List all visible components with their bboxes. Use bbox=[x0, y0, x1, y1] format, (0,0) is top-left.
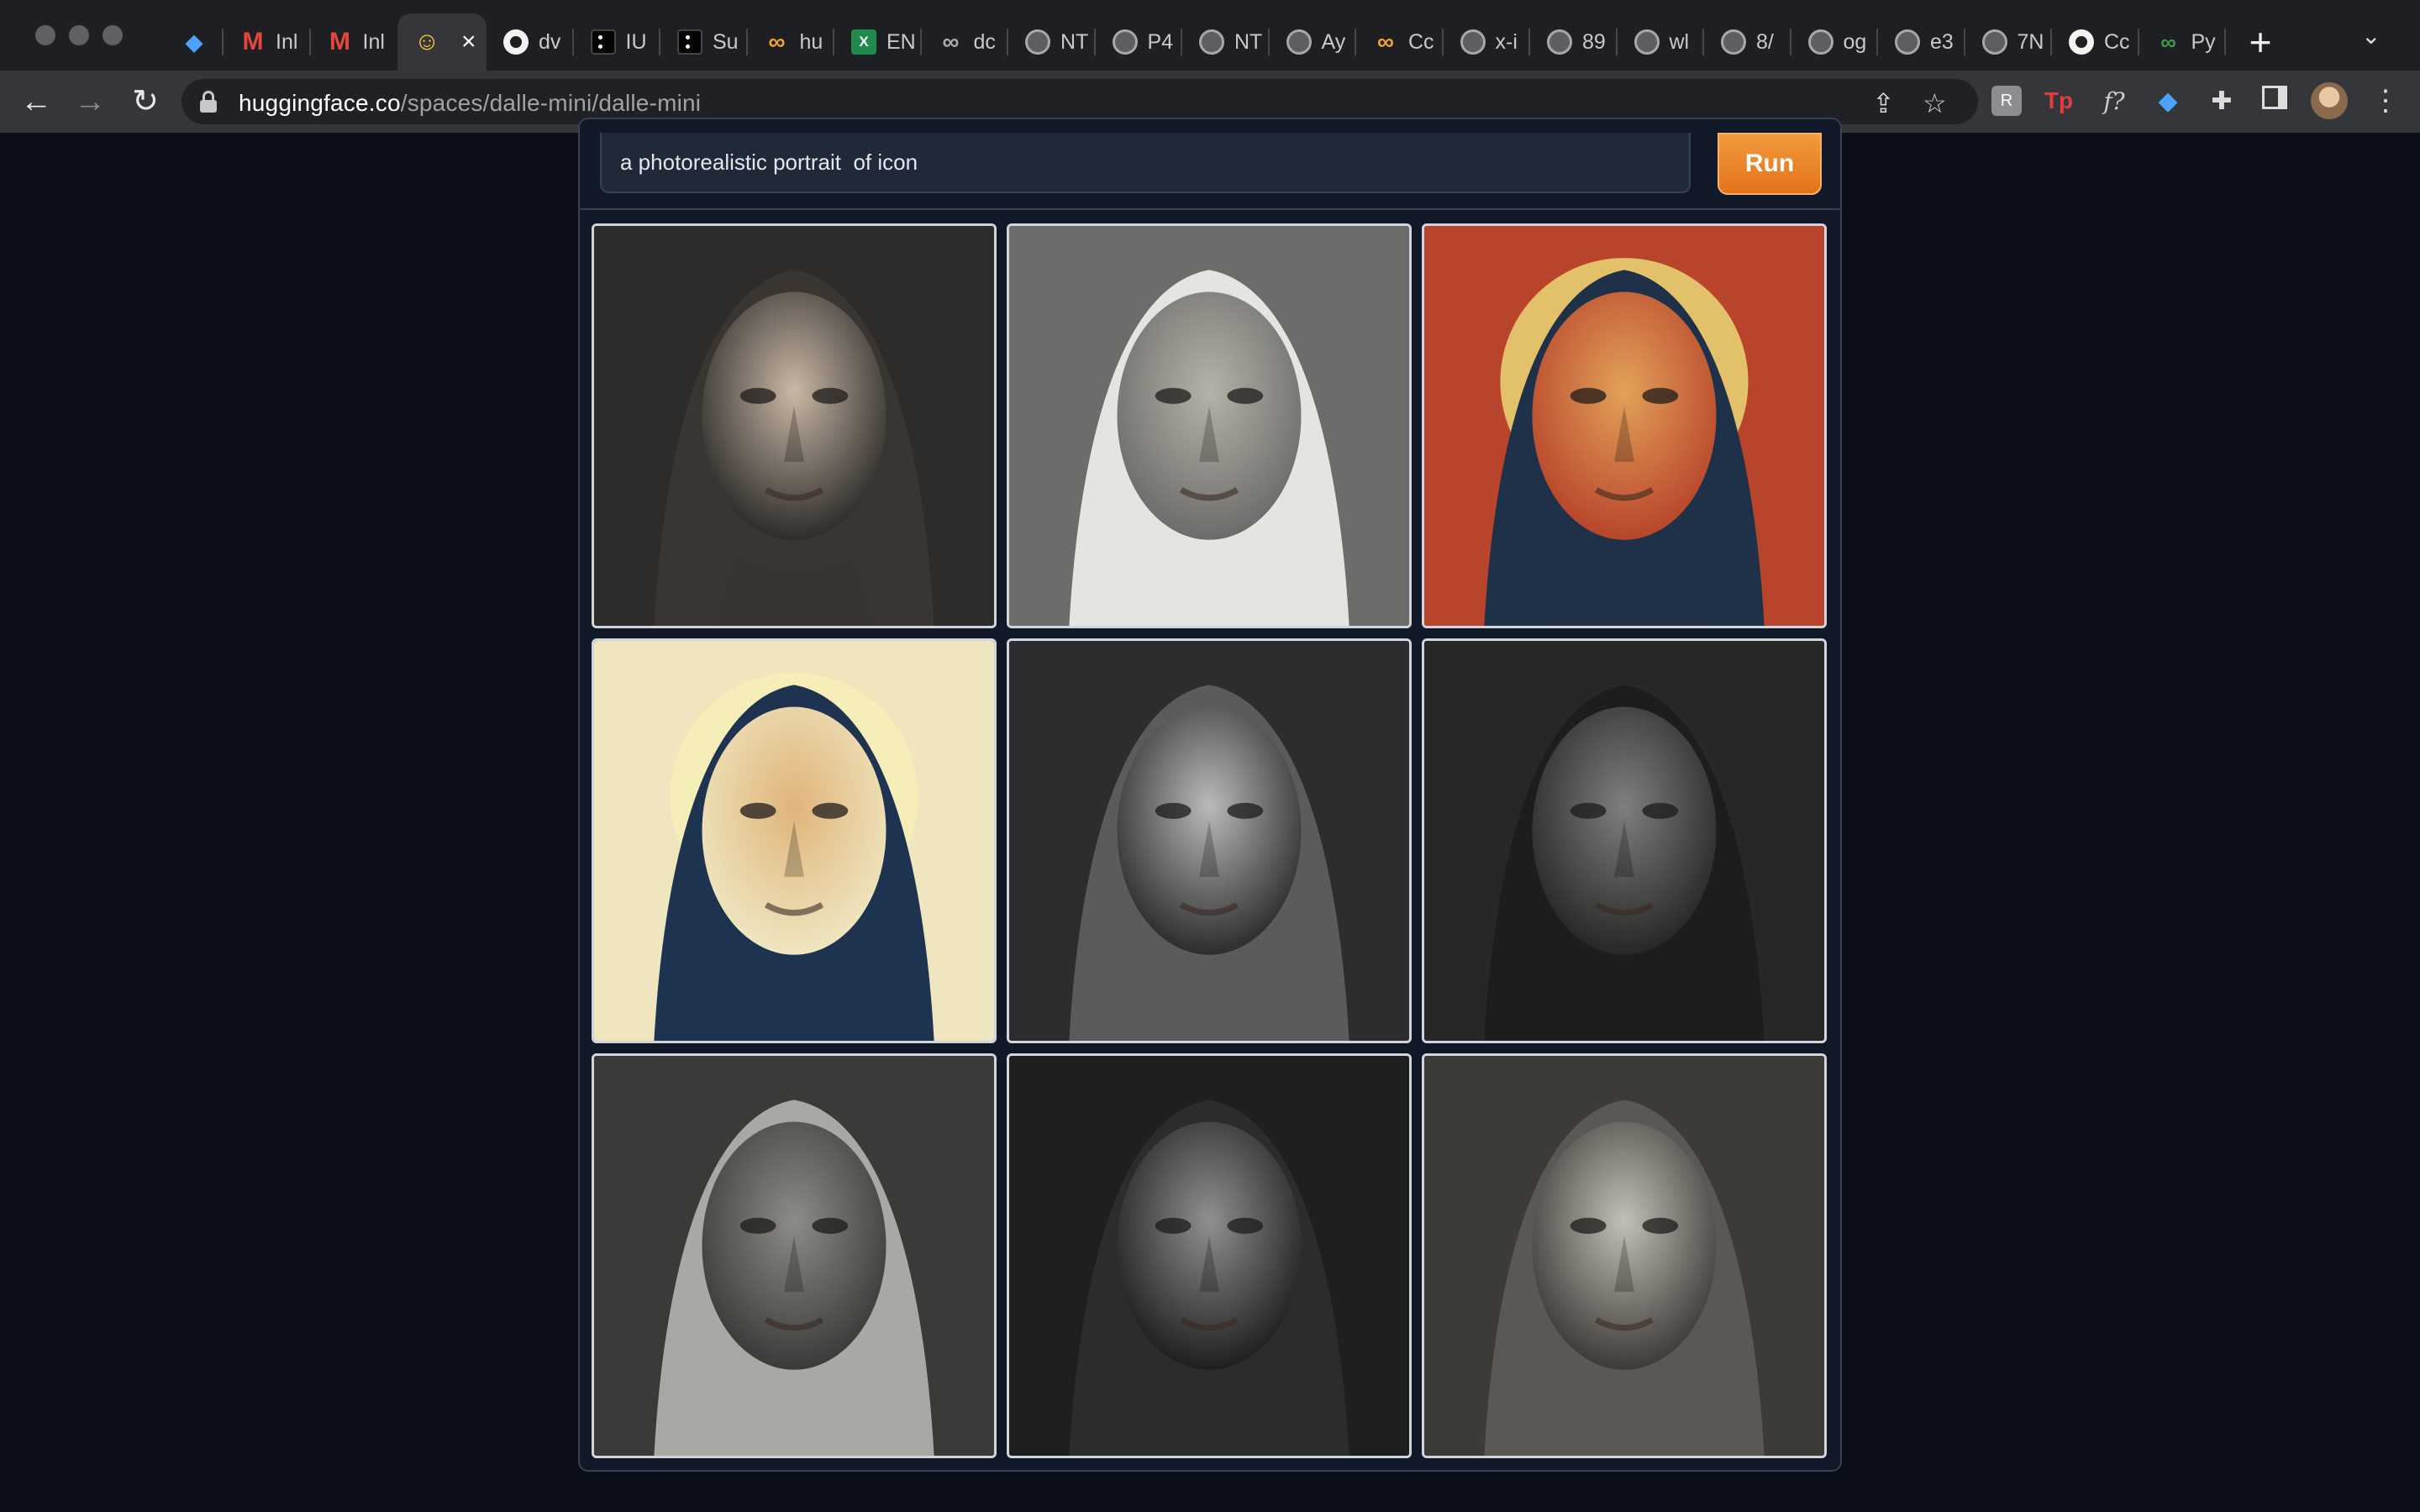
tab[interactable]: Su bbox=[660, 13, 748, 71]
tab-list: ◆ M Inl M Inl ☺ × dv IU Su ∞ hu X EN ∞ dc NT P… bbox=[165, 13, 2226, 71]
tab[interactable]: ◆ bbox=[165, 13, 224, 71]
new-tab-plus-icon[interactable]: + bbox=[2235, 17, 2286, 67]
tab[interactable]: X EN bbox=[834, 13, 922, 71]
globe-icon bbox=[1634, 29, 1660, 55]
profile-avatar[interactable] bbox=[2311, 82, 2348, 119]
tab[interactable]: ∞ Py bbox=[2139, 13, 2227, 71]
meta-icon: ∞ bbox=[1377, 29, 1394, 55]
extension-r-icon[interactable]: R bbox=[1991, 86, 2022, 116]
tab[interactable]: wl bbox=[1618, 13, 1705, 71]
window-close-dot[interactable] bbox=[35, 25, 55, 45]
run-button[interactable]: Run bbox=[1718, 133, 1822, 195]
generated-image[interactable] bbox=[592, 223, 997, 628]
share-icon[interactable]: ⇪ bbox=[1872, 87, 1895, 119]
tab[interactable]: ∞ dc bbox=[922, 13, 1009, 71]
tab[interactable]: P4 bbox=[1096, 13, 1183, 71]
tab[interactable]: ∞ hu bbox=[748, 13, 835, 71]
app-icon bbox=[590, 29, 616, 55]
tab[interactable]: M Inl bbox=[311, 13, 398, 71]
browser-menu-icon[interactable]: ⋮ bbox=[2371, 84, 2400, 118]
generated-image[interactable] bbox=[592, 1053, 997, 1458]
image-gallery bbox=[592, 223, 1828, 1460]
extension-formula-icon[interactable]: f? bbox=[2099, 86, 2129, 116]
globe-icon bbox=[1286, 29, 1312, 55]
github-icon bbox=[2069, 29, 2094, 55]
forward-arrow-icon[interactable]: → bbox=[72, 84, 108, 119]
extension-tp-icon[interactable]: Tp bbox=[2044, 86, 2074, 116]
close-tab-icon[interactable]: × bbox=[461, 28, 476, 56]
tab[interactable]: og bbox=[1791, 13, 1879, 71]
side-panel-icon[interactable] bbox=[2262, 86, 2287, 109]
generated-image[interactable] bbox=[592, 638, 997, 1043]
extension-gem-icon[interactable]: ◆ bbox=[2153, 86, 2183, 116]
gem-icon: ◆ bbox=[186, 29, 203, 55]
tab[interactable]: e3 bbox=[1878, 13, 1965, 71]
prompt-row: Run bbox=[578, 133, 1842, 210]
prompt-input[interactable] bbox=[600, 133, 1691, 193]
tab[interactable]: 89 bbox=[1530, 13, 1618, 71]
globe-icon bbox=[1721, 29, 1746, 55]
tab-active[interactable]: ☺ × bbox=[397, 13, 487, 71]
tab[interactable]: 7N bbox=[1965, 13, 2053, 71]
tab[interactable]: dv bbox=[487, 13, 574, 71]
tab[interactable]: IU bbox=[574, 13, 661, 71]
tab[interactable]: 8/ bbox=[1704, 13, 1791, 71]
globe-icon bbox=[1112, 29, 1138, 55]
generated-image[interactable] bbox=[1422, 1053, 1827, 1458]
globe-icon bbox=[1460, 29, 1486, 55]
github-icon bbox=[503, 29, 529, 55]
meta-icon: ∞ bbox=[942, 29, 960, 55]
excel-icon: X bbox=[851, 29, 876, 55]
globe-icon bbox=[1547, 29, 1572, 55]
globe-icon bbox=[1981, 29, 2007, 55]
tab[interactable]: NT bbox=[1008, 13, 1096, 71]
globe-icon bbox=[1199, 29, 1224, 55]
tab[interactable]: Cc bbox=[2052, 13, 2139, 71]
generated-image[interactable] bbox=[1007, 223, 1412, 628]
tab-search-chevron-icon[interactable]: ⌄ bbox=[2361, 22, 2381, 50]
generated-image[interactable] bbox=[1422, 638, 1827, 1043]
tab[interactable]: M Inl bbox=[224, 13, 311, 71]
reload-icon[interactable]: ↻ bbox=[128, 84, 163, 119]
globe-icon bbox=[1025, 29, 1050, 55]
generated-image[interactable] bbox=[1007, 638, 1412, 1043]
window-minimize-dot[interactable] bbox=[69, 25, 89, 45]
globe-icon bbox=[1895, 29, 1920, 55]
meta-icon: ∞ bbox=[768, 29, 786, 55]
hugging-face-icon: ☺ bbox=[413, 28, 440, 55]
window-zoom-dot[interactable] bbox=[103, 25, 123, 45]
gmail-icon: M bbox=[242, 28, 264, 55]
tab[interactable]: x-i bbox=[1444, 13, 1531, 71]
lock-icon[interactable] bbox=[200, 91, 217, 113]
app-icon bbox=[677, 29, 702, 55]
tab[interactable]: NT bbox=[1182, 13, 1270, 71]
extensions-puzzle-icon[interactable]: ✚ bbox=[2207, 86, 2237, 116]
python-icon: ∞ bbox=[2160, 29, 2176, 55]
tab[interactable]: Ay bbox=[1270, 13, 1357, 71]
tab[interactable]: ∞ Cc bbox=[1356, 13, 1444, 71]
back-arrow-icon[interactable]: ← bbox=[18, 84, 54, 119]
generated-image[interactable] bbox=[1422, 223, 1827, 628]
bookmark-star-icon[interactable]: ☆ bbox=[1923, 87, 1947, 119]
globe-icon bbox=[1807, 29, 1833, 55]
generated-image[interactable] bbox=[1007, 1053, 1412, 1458]
url-text[interactable]: huggingface.co/spaces/dalle-mini/dalle-m… bbox=[239, 90, 701, 117]
gmail-icon: M bbox=[329, 28, 350, 55]
browser-tab-strip: ◆ M Inl M Inl ☺ × dv IU Su ∞ hu X EN ∞ dc NT P… bbox=[0, 0, 2420, 71]
